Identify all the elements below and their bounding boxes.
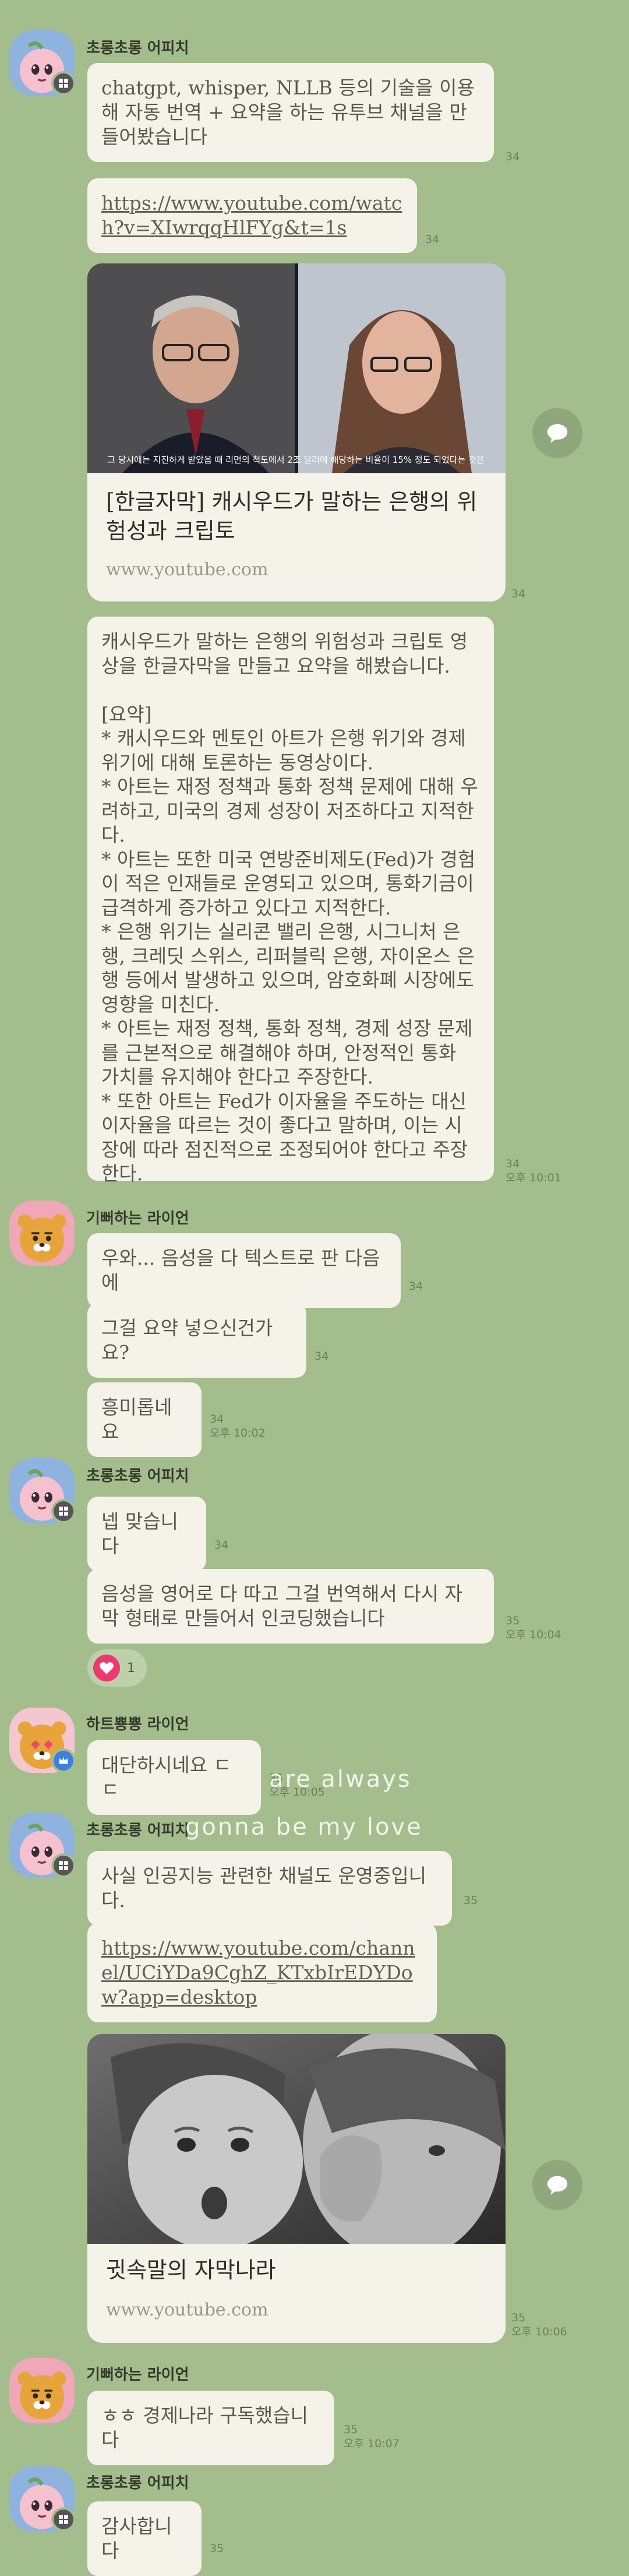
message-bubble[interactable]: 넵 맞습니다 bbox=[87, 1497, 206, 1571]
youtube-link-card[interactable]: 귓속말의 자막나라 www.youtube.com bbox=[87, 2034, 506, 2343]
card-title: 귓속말의 자막나라 bbox=[106, 2257, 276, 2283]
reaction-count: 1 bbox=[127, 1660, 135, 1676]
chat-share-icon bbox=[547, 2176, 568, 2195]
unread-count: 34 bbox=[506, 1157, 520, 1170]
message-bubble[interactable]: 감사합니다 bbox=[87, 2501, 202, 2576]
group-badge-icon bbox=[51, 71, 76, 96]
timestamp: 오후 10:07 bbox=[344, 2437, 400, 2450]
message-bubble[interactable]: 대단하시네요 ㄷㄷ bbox=[87, 1740, 261, 1815]
sender-name: 초롱초롱 어피치 bbox=[86, 1468, 189, 1485]
video-thumbnail-image bbox=[87, 2034, 506, 2261]
sender-name: 기뻐하는 라이언 bbox=[86, 2366, 189, 2384]
heart-reaction[interactable]: 1 bbox=[87, 1649, 147, 1687]
video-thumbnail[interactable] bbox=[87, 2034, 506, 2261]
unread-count: 34 bbox=[210, 1413, 224, 1426]
card-domain: www.youtube.com bbox=[106, 2300, 268, 2320]
unread-count: 35 bbox=[511, 2311, 526, 2324]
overlay-lyric-text: are always bbox=[269, 1766, 412, 1793]
unread-count: 34 bbox=[409, 1280, 423, 1293]
unread-count: 34 bbox=[511, 587, 526, 600]
group-badge-icon bbox=[51, 2507, 76, 2532]
unread-count: 35 bbox=[210, 2542, 224, 2555]
unread-count: 35 bbox=[506, 1614, 520, 1627]
message-bubble[interactable]: 캐시우드가 말하는 은행의 위험성과 크립토 영상을 한글자막을 만들고 요약을… bbox=[87, 617, 494, 1185]
share-button[interactable] bbox=[532, 408, 582, 458]
youtube-link-card[interactable]: 그 당시에는 지진하게 받았음 때 리먼의 척도에서 2조 달러에 해당하는 비… bbox=[87, 263, 506, 601]
message-bubble[interactable]: 사실 인공지능 관련한 채널도 운영중입니다. bbox=[87, 1851, 452, 1926]
timestamp: 오후 10:01 bbox=[506, 1171, 561, 1184]
message-bubble[interactable]: 흥미롭네요 bbox=[87, 1382, 202, 1457]
message-bubble[interactable]: ㅎㅎ 경제나라 구독했습니다 bbox=[87, 2391, 334, 2465]
timestamp: 오후 10:04 bbox=[506, 1628, 561, 1641]
group-badge-icon bbox=[51, 1499, 76, 1523]
unread-count: 34 bbox=[425, 233, 440, 246]
heart-icon bbox=[93, 1655, 120, 1681]
avatar-ryan[interactable] bbox=[9, 1201, 75, 1266]
video-thumbnail-image bbox=[87, 263, 506, 473]
overlay-lyric-text: gonna be my love bbox=[185, 1814, 423, 1840]
card-domain: www.youtube.com bbox=[106, 559, 268, 580]
unread-count: 34 bbox=[214, 1539, 229, 1551]
chat-share-icon bbox=[547, 424, 568, 444]
unread-count: 34 bbox=[506, 150, 520, 163]
sender-name: 기뻐하는 라이언 bbox=[86, 1210, 189, 1227]
message-bubble[interactable]: 그걸 요약 넣으신건가요? bbox=[87, 1303, 306, 1378]
sender-name: 초롱초롱 어피치 bbox=[86, 40, 189, 57]
link-message[interactable]: https://www.youtube.com/watch?v=XIwrqqHl… bbox=[87, 178, 417, 253]
unread-count: 34 bbox=[314, 1350, 329, 1363]
group-badge-icon bbox=[51, 1853, 76, 1878]
timestamp: 오후 10:02 bbox=[210, 1427, 266, 1440]
card-title: [한글자막] 캐시우드가 말하는 은행의 위험성과 크립토 bbox=[106, 489, 478, 544]
crown-badge-icon bbox=[51, 1748, 76, 1773]
video-subtitle: 그 당시에는 지진하게 받았음 때 리먼의 척도에서 2조 달러에 해당하는 비… bbox=[107, 455, 485, 465]
message-bubble[interactable]: 우와... 음성을 다 텍스트로 판 다음에 bbox=[87, 1233, 401, 1308]
sender-name: 하트뿅뿅 라이언 bbox=[86, 1716, 189, 1733]
video-thumbnail[interactable]: 그 당시에는 지진하게 받았음 때 리먼의 척도에서 2조 달러에 해당하는 비… bbox=[87, 263, 506, 473]
share-button[interactable] bbox=[532, 2160, 582, 2210]
message-bubble[interactable]: chatgpt, whisper, NLLB 등의 기술을 이용해 자동 번역 … bbox=[87, 63, 494, 162]
unread-count: 35 bbox=[464, 1894, 478, 1907]
sender-name: 초롱초롱 어피치 bbox=[86, 2475, 189, 2492]
link-message[interactable]: https://www.youtube.com/channel/UCiYDa9C… bbox=[87, 1923, 437, 2022]
unread-count: 35 bbox=[344, 2423, 358, 2436]
avatar-ryan[interactable] bbox=[9, 2358, 75, 2423]
message-bubble[interactable]: 음성을 영어로 다 따고 그걸 번역해서 다시 자막 형태로 만들어서 인코딩했… bbox=[87, 1569, 494, 1644]
sender-name: 초롱초롱 어피치 bbox=[86, 1822, 189, 1839]
timestamp: 오후 10:06 bbox=[511, 2325, 567, 2338]
